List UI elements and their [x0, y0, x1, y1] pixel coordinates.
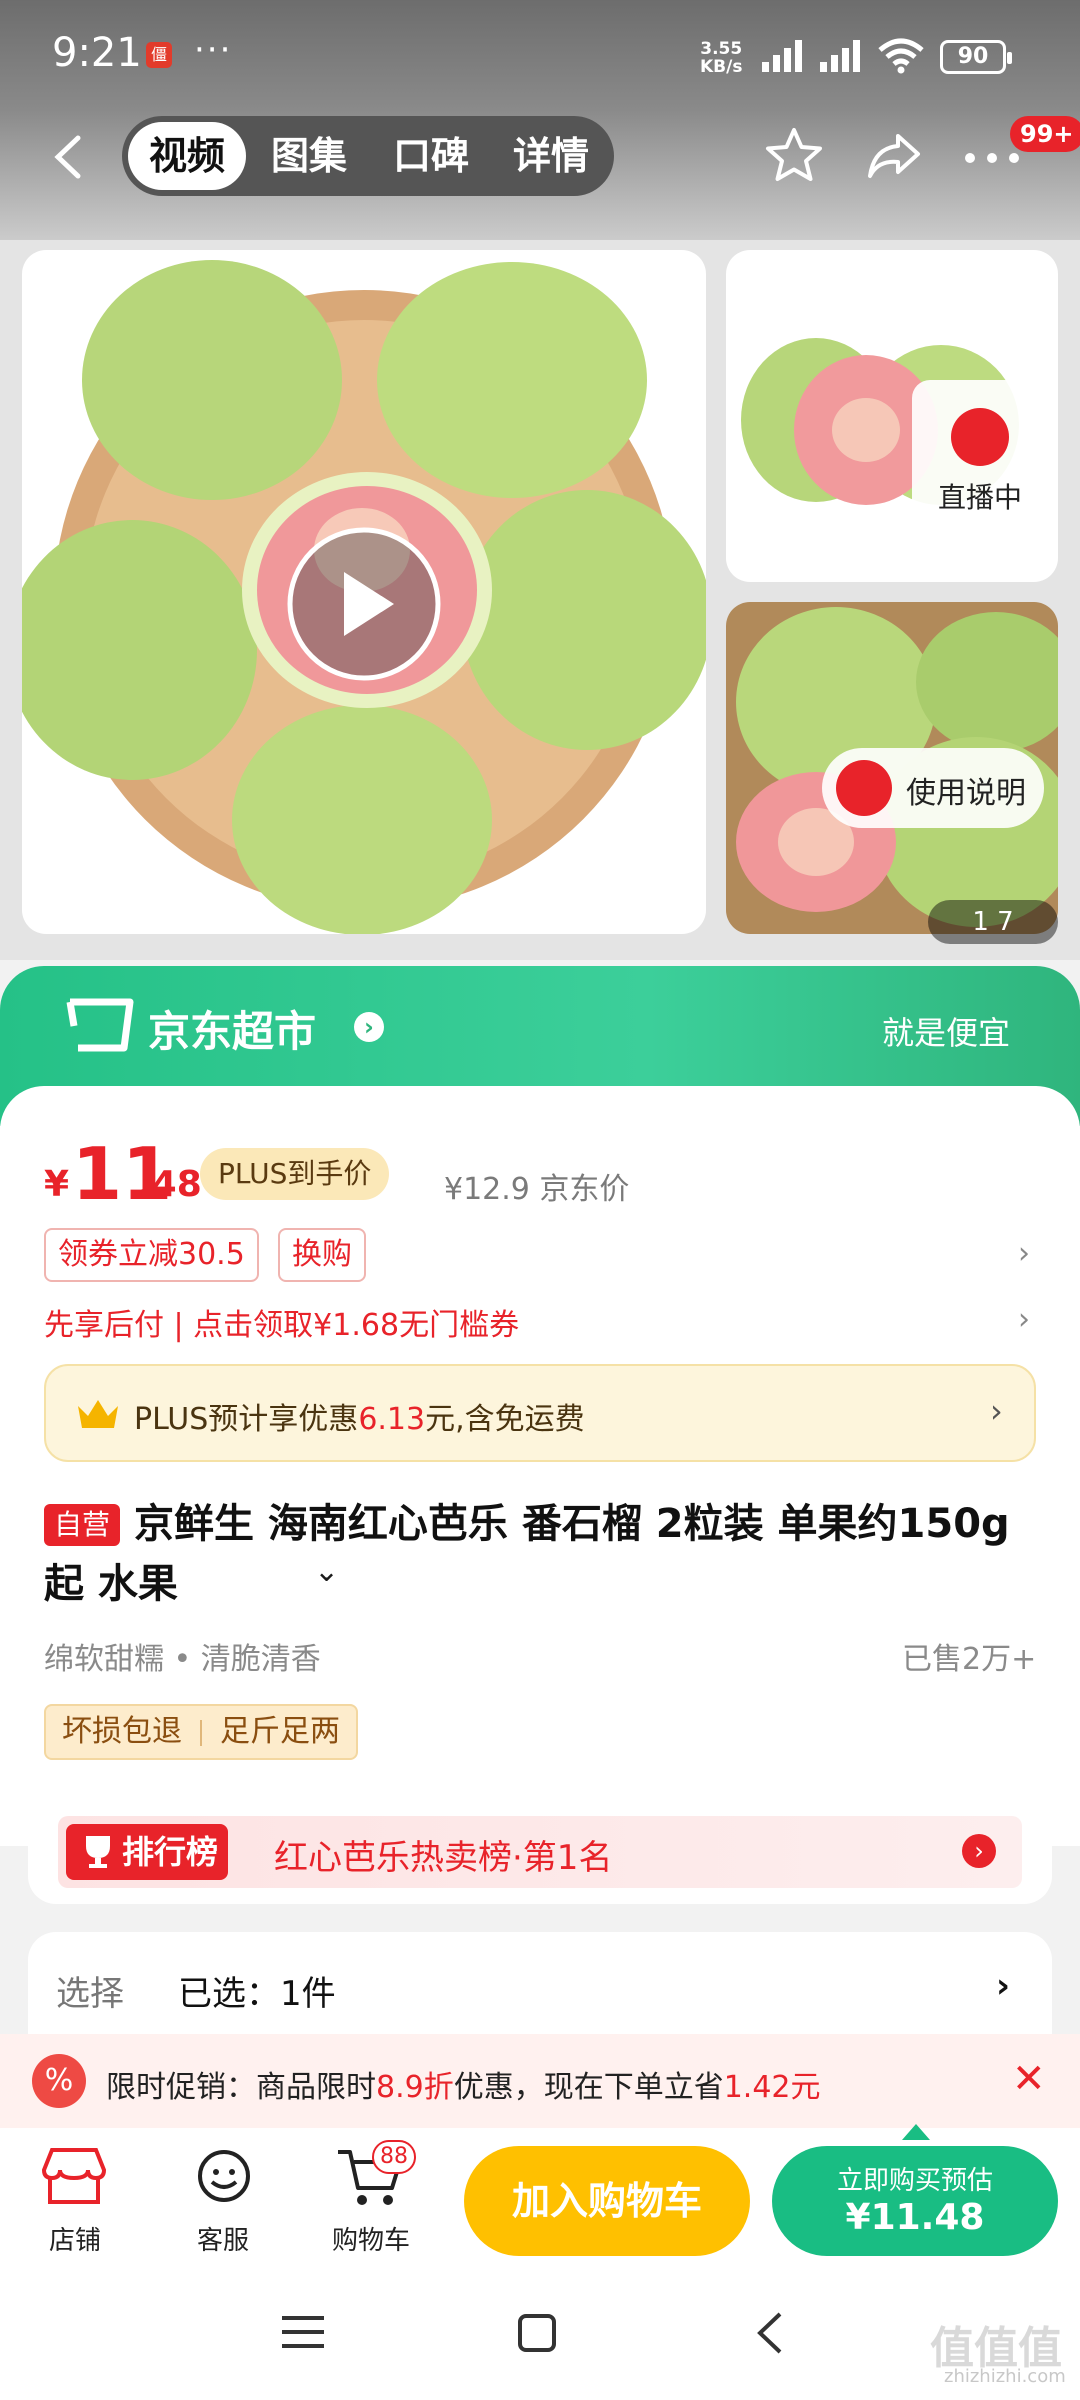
chevron-right-icon: › [962, 1834, 996, 1868]
shop-icon[interactable] [34, 2142, 114, 2212]
original-price: ¥12.9 京东价 [444, 1172, 630, 1207]
store-slogan: 就是便宜 [882, 1014, 1011, 1052]
cart-count-badge: 88 [372, 2140, 416, 2174]
ranking-text: 红心芭乐热卖榜·第1名 [274, 1838, 613, 1878]
close-icon[interactable]: ✕ [1012, 2056, 1046, 2102]
more-notifications-icon: ··· [194, 30, 233, 70]
buy-now-button[interactable]: 立即购买预估 ¥11.48 [772, 2146, 1058, 2256]
plus-price-tag: PLUS到手价 [200, 1148, 390, 1200]
watermark-url: zhizhizhi.com [944, 2366, 1066, 2387]
flash-sale-text: 限时促销：商品限时8.9折优惠，现在下单立省1.42元 [106, 2070, 821, 2105]
self-operated-badge: 自营 [44, 1504, 121, 1546]
home-icon[interactable] [516, 2312, 558, 2354]
plus-discount-bar[interactable]: PLUS预计享优惠6.13元,含免运费 › [44, 1364, 1036, 1462]
status-bar: 9:21 僵 ··· 3.55 KB/s 90 [0, 0, 1080, 110]
add-to-cart-button[interactable]: 加入购物车 [464, 2146, 750, 2256]
shop-label[interactable]: 店铺 [20, 2220, 130, 2257]
status-time: 9:21 [52, 30, 142, 76]
guava-plate-image [22, 260, 706, 934]
pay-later-chevron-icon[interactable]: › [1018, 1302, 1030, 1337]
user-guide-button[interactable]: 使用说明 [822, 748, 1044, 828]
battery-icon: 90 [940, 40, 1012, 74]
menu-icon[interactable] [280, 2312, 326, 2352]
chevron-right-icon: › [996, 1966, 1011, 2006]
crown-icon [78, 1400, 118, 1428]
tab-video[interactable]: 视频 [128, 122, 246, 190]
app-notification-icon: 僵 [146, 42, 172, 68]
guide-label: 使用说明 [906, 776, 1026, 811]
cart-label[interactable]: 购物车 [316, 2220, 426, 2257]
live-stream-button[interactable]: 直播中 [912, 380, 1048, 540]
share-icon[interactable] [862, 124, 926, 188]
back-icon[interactable] [48, 132, 88, 182]
chevron-right-icon: › [354, 1012, 384, 1042]
trade-in-tag[interactable]: 换购 [278, 1228, 366, 1282]
trophy-icon [86, 1836, 110, 1868]
message-count-badge: 99+ [1010, 116, 1080, 152]
wifi-icon [878, 38, 924, 74]
tab-details[interactable]: 详情 [492, 116, 610, 196]
discount-icon: % [32, 2054, 86, 2108]
select-value: 已选：1件 [178, 1974, 336, 2014]
chevron-right-icon: › [990, 1392, 1003, 1430]
network-speed: 3.55 KB/s [700, 39, 743, 77]
live-label: 直播中 [937, 481, 1022, 514]
price-decimal: .48 [138, 1164, 202, 1205]
jd-supermarket-logo-icon [66, 998, 134, 1052]
plus-discount-text: PLUS预计享优惠6.13元,含免运费 [134, 1402, 585, 1437]
product-title: 京鲜生 海南红心芭乐 番石榴 2粒装 单果约150g起 水果 [44, 1501, 1010, 1607]
pay-later-offer[interactable]: 先享后付 | 点击领取¥1.68无门槛券 [44, 1300, 519, 1344]
service-tags[interactable]: 坏损包退 足斤足两 [44, 1704, 358, 1760]
flash-sale-bar[interactable]: % 限时促销：商品限时8.9折优惠，现在下单立省1.42元 ✕ [0, 2034, 1080, 2128]
sold-count: 已售2万+ [902, 1642, 1037, 1677]
customer-service-icon[interactable] [184, 2142, 264, 2212]
store-name: 京东超市 [148, 1007, 317, 1056]
tab-reviews[interactable]: 口碑 [372, 116, 490, 196]
live-icon [951, 408, 1009, 466]
coupon-tag[interactable]: 领券立减30.5 [44, 1228, 259, 1282]
back-nav-icon[interactable] [752, 2310, 786, 2356]
product-features: 绵软甜糯 • 清脆清香 [44, 1642, 321, 1677]
select-label: 选择 [56, 1974, 124, 2014]
guide-book-icon [836, 760, 892, 816]
price-currency: ¥ [44, 1164, 70, 1205]
customer-service-label[interactable]: 客服 [168, 2220, 278, 2257]
product-video-cover[interactable] [22, 250, 706, 934]
favorite-star-icon[interactable] [762, 124, 826, 188]
buy-tooltip-arrow [902, 2124, 930, 2140]
tab-gallery[interactable]: 图集 [250, 116, 368, 196]
media-tabs: 视频 图集 口碑 详情 [122, 116, 614, 196]
chevron-down-icon[interactable]: ⌄ [314, 1554, 339, 1589]
gallery-pager: 1 7 [928, 900, 1058, 944]
coupon-chevron-icon[interactable]: › [1018, 1236, 1030, 1271]
signal-icon-2 [820, 40, 860, 72]
signal-icon [762, 40, 802, 72]
